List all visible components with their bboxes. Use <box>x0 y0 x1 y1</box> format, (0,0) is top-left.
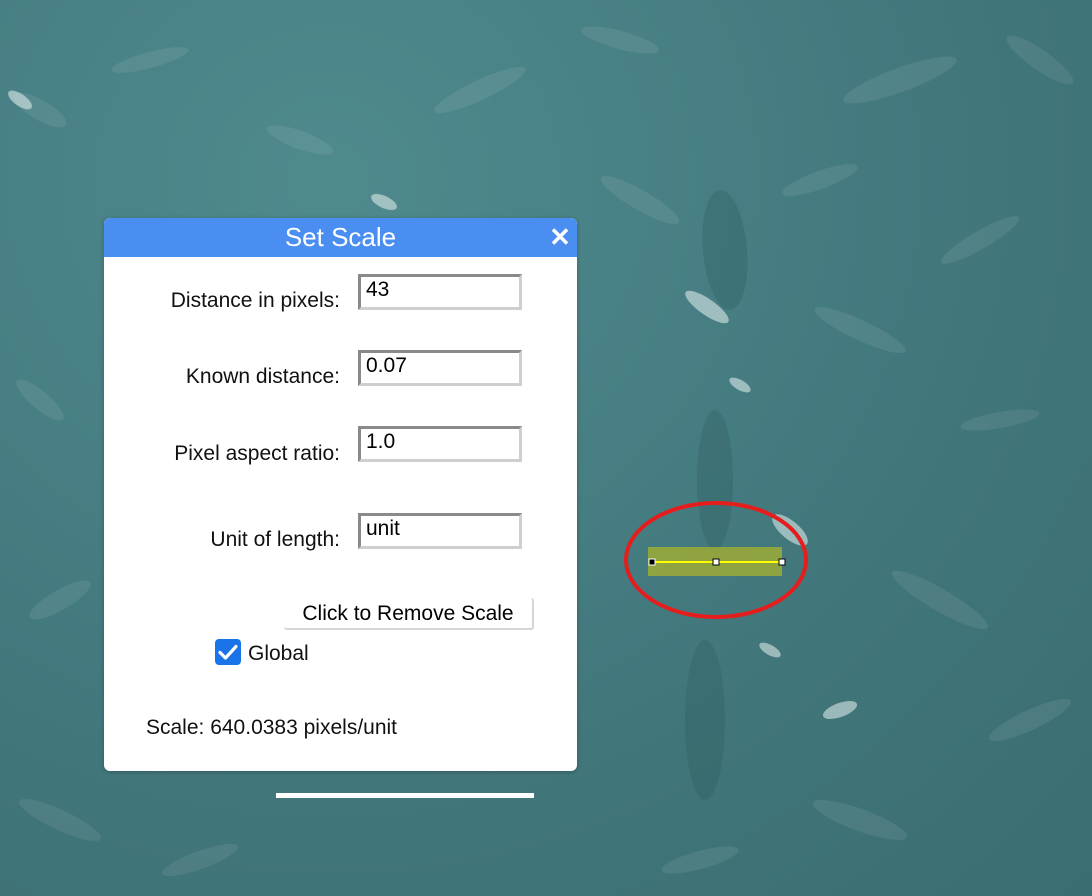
scale-selection-roi[interactable] <box>620 498 816 624</box>
dialog-title: Set Scale <box>284 222 397 252</box>
known-distance-input[interactable] <box>358 350 522 386</box>
remove-scale-button[interactable]: Click to Remove Scale <box>284 598 534 630</box>
scale-bar <box>276 793 534 798</box>
close-icon[interactable]: ✕ <box>547 223 573 251</box>
distance-in-pixels-label: Distance in pixels: <box>170 289 340 312</box>
pixel-aspect-ratio-label: Pixel aspect ratio: <box>174 442 340 465</box>
distance-in-pixels-input[interactable] <box>358 274 522 310</box>
known-distance-label: Known distance: <box>185 365 340 388</box>
global-label: Global <box>248 642 309 665</box>
unit-of-length-input[interactable] <box>358 513 522 549</box>
unit-of-length-label: Unit of length: <box>210 528 340 551</box>
line-handle-end[interactable] <box>778 558 786 566</box>
set-scale-dialog: Set Scale ✕ Distance in pixels: Known di… <box>104 218 577 771</box>
line-handle-start[interactable] <box>648 558 656 566</box>
pixel-aspect-ratio-input[interactable] <box>358 426 522 462</box>
scale-readout: Scale: 640.0383 pixels/unit <box>146 716 398 739</box>
line-handle-middle[interactable] <box>712 558 720 566</box>
global-checkbox[interactable] <box>215 639 241 665</box>
checkmark-icon <box>218 644 238 660</box>
